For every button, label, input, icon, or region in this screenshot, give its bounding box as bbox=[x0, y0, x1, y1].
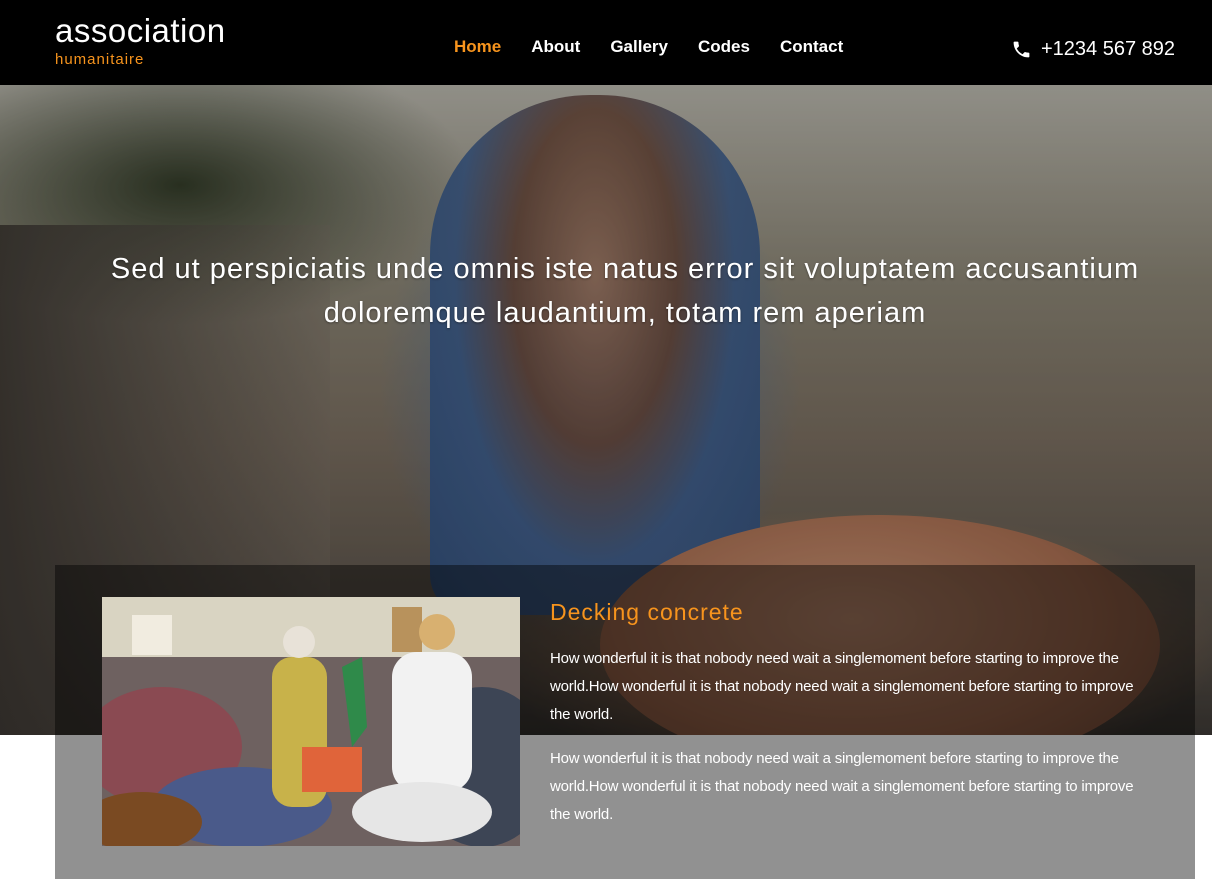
nav-contact[interactable]: Contact bbox=[780, 36, 843, 58]
phone-icon bbox=[1011, 39, 1032, 60]
feature-paragraph-1: How wonderful it is that nobody need wai… bbox=[550, 650, 1134, 723]
feature-panel: Decking concrete How wonderful it is tha… bbox=[55, 565, 1195, 879]
logo-subtitle: humanitaire bbox=[55, 51, 145, 68]
hero-headline-line2: doloremque laudantium, totam rem aperiam bbox=[323, 297, 927, 329]
feature-paragraph-2: How wonderful it is that nobody need wai… bbox=[550, 750, 1134, 823]
feature-title: Decking concrete bbox=[550, 599, 744, 625]
nav-about[interactable]: About bbox=[531, 36, 580, 58]
phone-number: +1234 567 892 bbox=[1040, 38, 1175, 60]
hero-headline: Sed ut perspiciatis unde omnis iste natu… bbox=[40, 247, 1210, 335]
nav-codes[interactable]: Codes bbox=[698, 36, 750, 58]
nav-gallery[interactable]: Gallery bbox=[610, 36, 668, 58]
logo-title: association bbox=[55, 12, 226, 49]
hero-headline-line1: Sed ut perspiciatis unde omnis iste natu… bbox=[110, 253, 1140, 285]
feature-photo bbox=[102, 597, 520, 846]
site-header: association humanitaire Home About Galle… bbox=[0, 0, 1212, 85]
phone-contact[interactable]: +1234 567 892 bbox=[1011, 37, 1175, 61]
main-nav: Home About Gallery Codes Contact bbox=[454, 36, 843, 58]
nav-home[interactable]: Home bbox=[454, 36, 501, 58]
logo[interactable]: association humanitaire bbox=[55, 12, 226, 69]
